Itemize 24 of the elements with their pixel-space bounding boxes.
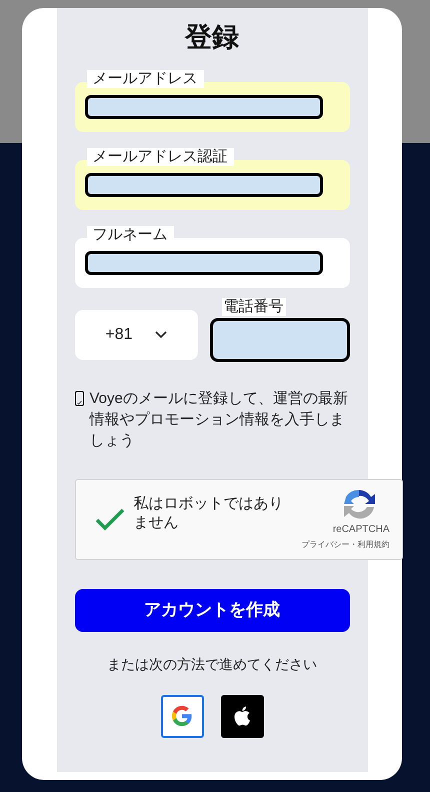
input-field[interactable] [84,94,322,118]
alternative-methods-text: または次の方法で進めてください [106,654,318,674]
field-label: メールアドレス [86,70,204,88]
recaptcha-links[interactable]: プライバシー・利用規約 [302,538,390,550]
newsletter-checkbox[interactable] [74,390,84,406]
field-label: メールアドレス認証 [86,148,234,166]
input-field[interactable] [84,250,322,274]
captcha-label: 私はロボットではありません [134,494,284,532]
phone-input-field[interactable] [210,318,350,362]
google-sign-in-button[interactable] [160,694,204,738]
dialog-title: 登録 [184,21,240,54]
google-icon [171,705,193,727]
apple-icon [233,706,251,726]
recaptcha-logo-icon [342,488,376,520]
create-account-button[interactable]: アカウントを作成 [74,588,350,632]
recaptcha-brand: reCAPTCHA [332,522,390,536]
field-label: フルネーム [86,226,174,244]
chevron-down-icon [154,330,167,338]
input-field[interactable] [84,172,322,196]
field-label: 電話番号 [222,298,286,316]
country-code-dropdown[interactable]: +81 [74,310,198,360]
check-icon [76,400,82,404]
apple-sign-in-button[interactable] [220,694,264,738]
newsletter-text: Voyeのメールに登録して、運営の最新情報やプロモーション情報を入手しましょう [90,388,349,450]
